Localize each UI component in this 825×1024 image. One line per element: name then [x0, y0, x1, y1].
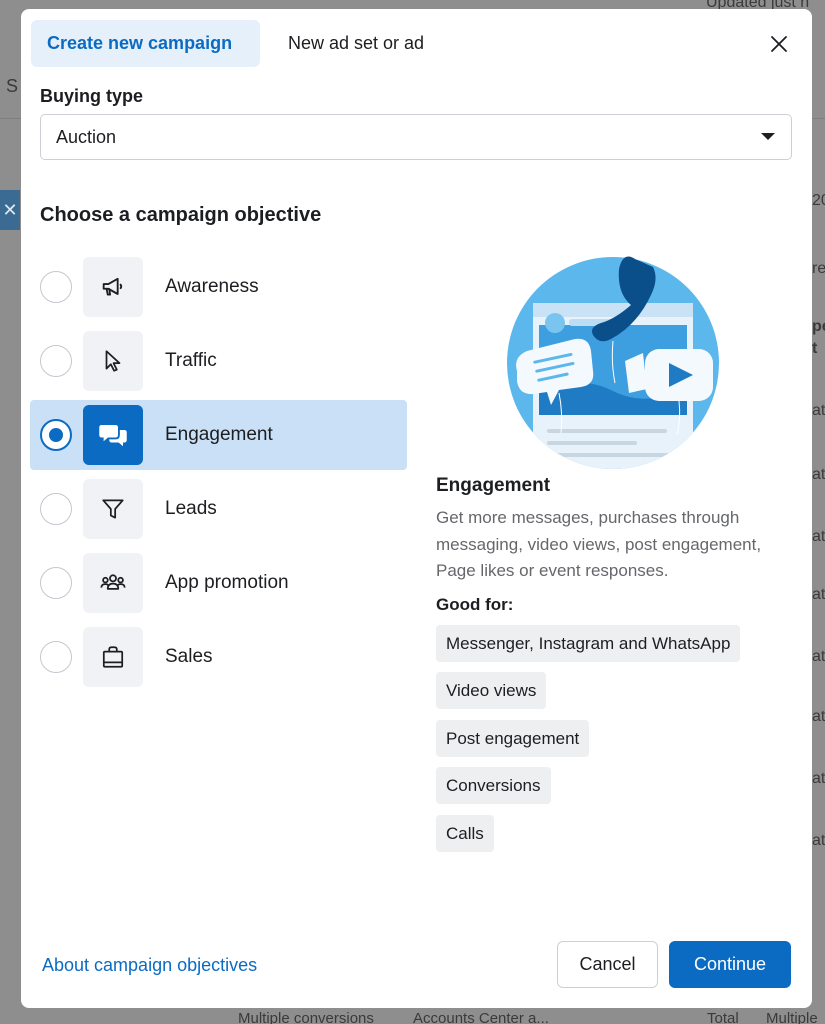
objective-label: Awareness	[165, 276, 259, 297]
objective-app-promotion[interactable]: App promotion	[30, 548, 407, 618]
bg-fragment: at	[812, 402, 825, 419]
objective-label: Engagement	[165, 424, 273, 445]
good-for-chip: Post engagement	[436, 719, 590, 757]
objective-radio[interactable]	[40, 641, 72, 673]
good-for-chip: Video views	[436, 672, 547, 709]
bg-fragment: pe	[812, 318, 825, 335]
bg-fragment: at	[812, 708, 825, 725]
good-for-chip: Calls	[436, 814, 494, 852]
good-for-chips: Messenger, Instagram and WhatsApp Video …	[436, 624, 796, 863]
good-for-chip: Messenger, Instagram and WhatsApp	[436, 624, 741, 662]
funnel-icon	[102, 499, 124, 519]
cancel-button[interactable]: Cancel	[557, 941, 658, 988]
bg-column-header: Multiple conversions	[238, 1010, 374, 1024]
about-campaign-objectives-link[interactable]: About campaign objectives	[42, 955, 257, 976]
bg-fragment: re	[812, 260, 825, 277]
objective-engagement[interactable]: Engagement	[30, 400, 407, 470]
close-icon	[771, 36, 787, 52]
bg-fragment: at	[812, 648, 825, 665]
objective-radio[interactable]	[40, 271, 72, 303]
bg-fragment: at	[812, 832, 825, 849]
objective-label: App promotion	[165, 572, 289, 593]
dialog-tabs: Create new campaign New ad set or ad	[31, 20, 440, 67]
detail-title: Engagement	[436, 475, 551, 496]
objective-radio[interactable]	[40, 493, 72, 525]
objective-sales[interactable]: Sales	[30, 622, 407, 692]
good-for-label: Good for:	[436, 594, 514, 614]
caret-down-icon	[761, 133, 775, 140]
chat-bubbles-icon	[99, 425, 127, 447]
detail-description: Get more messages, purchases through mes…	[436, 508, 762, 580]
objective-radio[interactable]	[40, 345, 72, 377]
objective-label: Sales	[165, 646, 213, 667]
buying-type-label: Buying type	[40, 86, 144, 106]
bg-fragment: at	[812, 770, 825, 787]
objective-radio[interactable]	[40, 567, 72, 599]
objective-list: Awareness Traffic Engagement Leads App p…	[30, 252, 407, 696]
objective-section-title: Choose a campaign objective	[40, 204, 322, 226]
bg-fragment: at	[812, 586, 825, 603]
create-campaign-dialog: Create new campaign New ad set or ad Buy…	[21, 9, 812, 1008]
engagement-illustration	[507, 256, 719, 469]
bg-fragment: at	[812, 466, 825, 483]
shopping-bag-icon	[102, 646, 124, 668]
tab-new-ad-set-or-ad[interactable]: New ad set or ad	[260, 20, 440, 67]
objective-label: Traffic	[165, 350, 217, 371]
bg-fragment: 20	[812, 192, 825, 209]
megaphone-icon	[102, 277, 123, 296]
bg-fragment: at	[812, 528, 825, 545]
objective-leads[interactable]: Leads	[30, 474, 407, 544]
cursor-icon	[105, 350, 121, 372]
good-for-chip: Conversions	[436, 767, 551, 804]
objective-label: Leads	[165, 498, 217, 519]
bg-fragment: t	[812, 340, 818, 357]
tab-create-new-campaign[interactable]: Create new campaign	[31, 20, 260, 67]
objective-awareness[interactable]: Awareness	[30, 252, 407, 322]
bg-close-icon: ✕	[0, 190, 20, 230]
objective-radio[interactable]	[40, 419, 72, 451]
close-button[interactable]	[764, 29, 794, 59]
bg-left-letter: S	[6, 76, 19, 96]
objective-traffic[interactable]: Traffic	[30, 326, 407, 396]
continue-button[interactable]: Continue	[669, 941, 791, 988]
bg-column-header: Total	[707, 1010, 739, 1024]
bg-column-header: Multiple	[766, 1010, 818, 1024]
people-group-icon	[100, 574, 126, 590]
buying-type-value: Auction	[56, 127, 117, 147]
bg-column-header: Accounts Center a...	[413, 1010, 549, 1024]
objective-detail-panel: Engagement Get more messages, purchases …	[436, 475, 796, 862]
buying-type-select[interactable]: Auction	[40, 114, 792, 160]
